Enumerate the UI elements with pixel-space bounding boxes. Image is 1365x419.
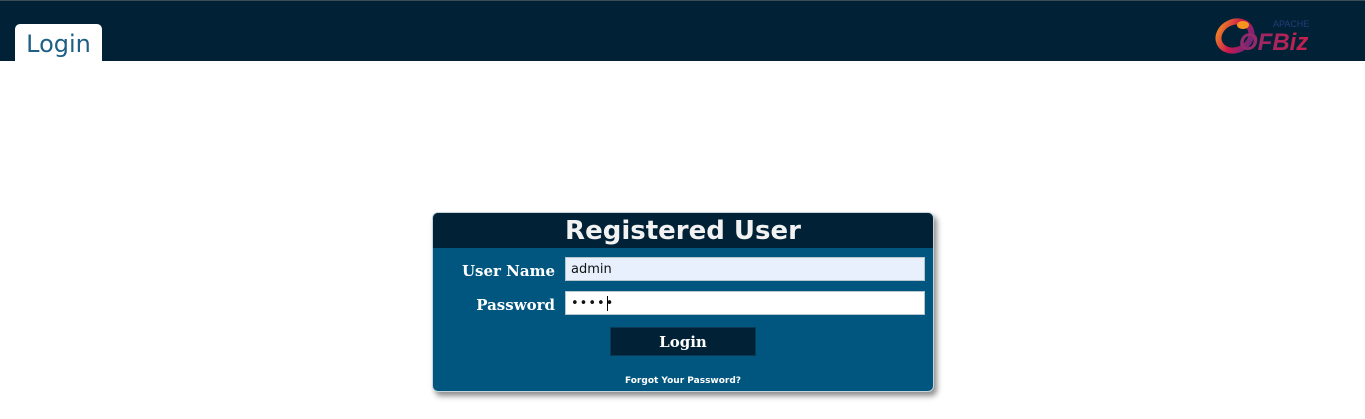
logo-small-text: APACHE — [1273, 19, 1309, 29]
username-label: User Name — [461, 262, 555, 280]
tab-login[interactable]: Login — [15, 24, 102, 62]
login-button[interactable]: Login — [610, 327, 756, 356]
panel-title: Registered User — [433, 213, 933, 248]
ofbiz-logo: APACHE OFBiz — [1215, 18, 1309, 56]
password-input[interactable] — [565, 291, 925, 315]
login-panel: Registered User User Name Password Login… — [432, 212, 934, 392]
password-label: Password — [476, 296, 555, 314]
username-input[interactable] — [565, 257, 925, 281]
top-header-bar: Login APACHE OFBiz — [0, 0, 1365, 62]
logo-text: OFBiz — [1239, 29, 1308, 56]
text-caret — [607, 296, 608, 311]
forgot-password-link[interactable]: Forgot Your Password? — [433, 376, 933, 386]
